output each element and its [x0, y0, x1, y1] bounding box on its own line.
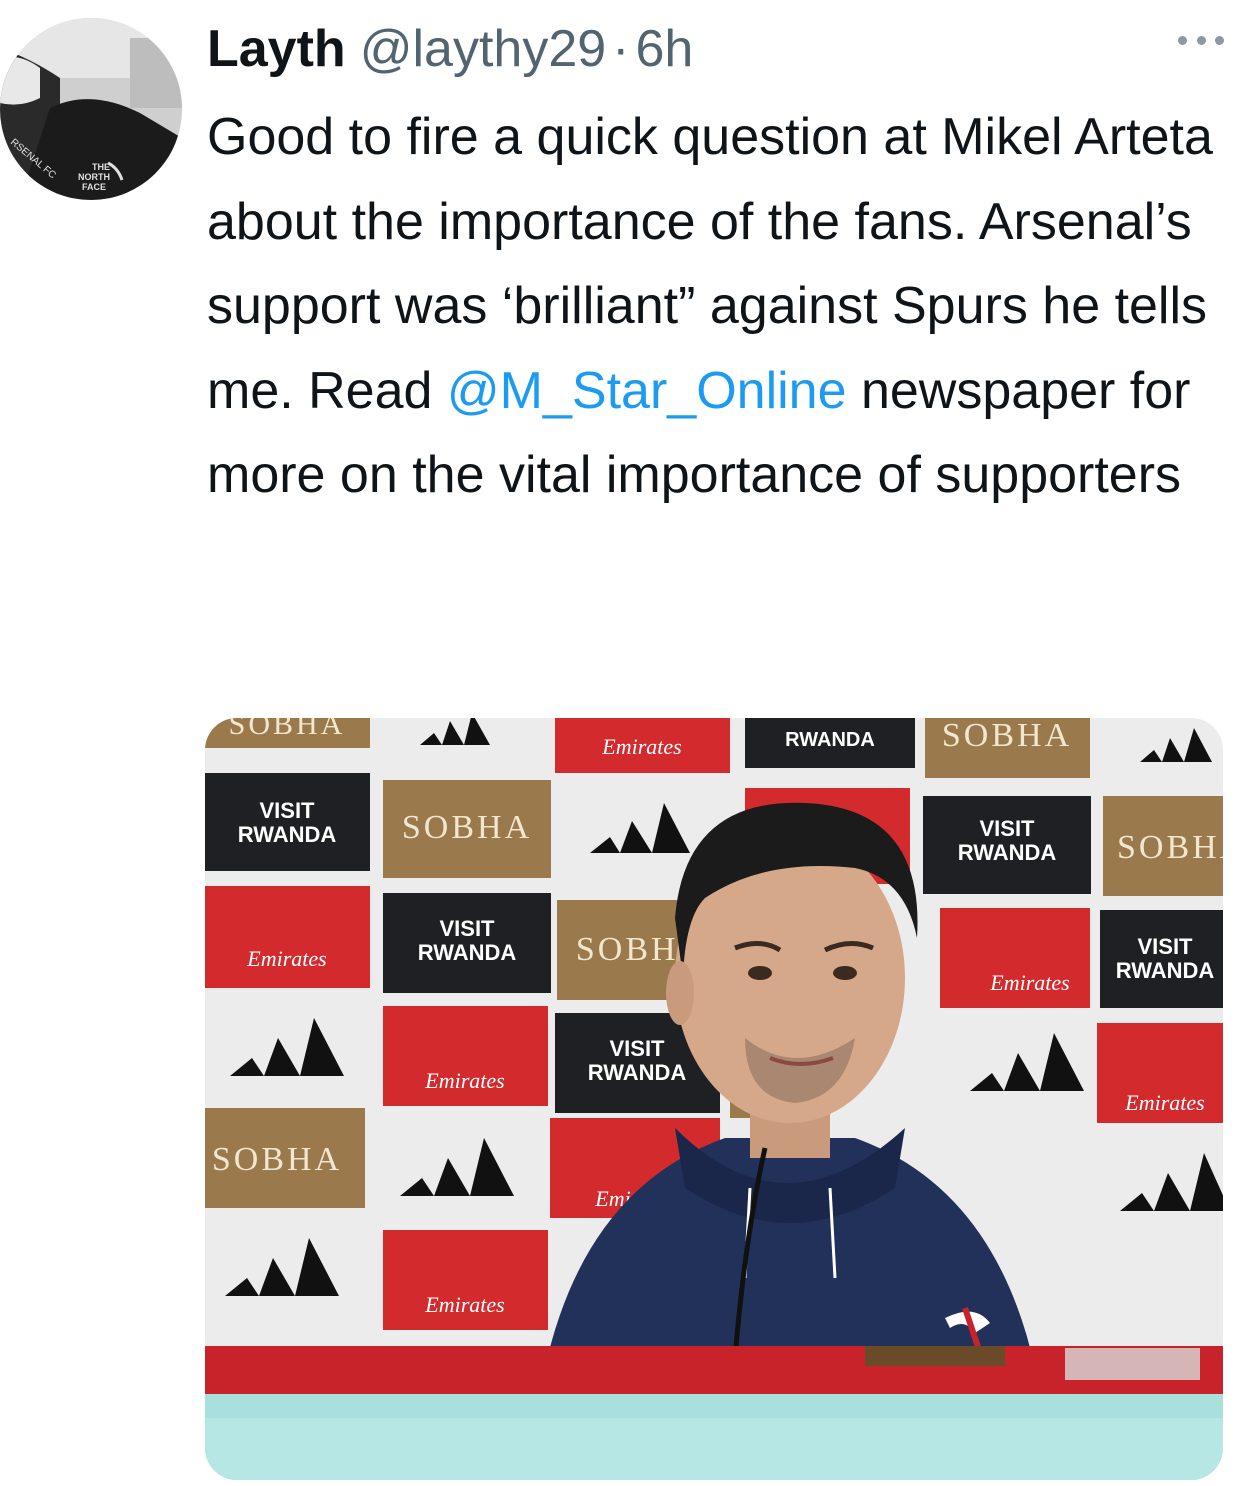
- sobha-logo: SOBHA: [229, 718, 346, 741]
- tweet-header: Layth @laythy29 · 6h: [207, 18, 693, 80]
- visit-rwanda-logo: RWANDA: [958, 840, 1057, 865]
- visit-rwanda-logo: VISIT: [439, 916, 495, 941]
- separator-dot: ·: [612, 20, 630, 78]
- author-handle[interactable]: @laythy29: [360, 19, 606, 79]
- visit-rwanda-logo: VISIT: [1137, 934, 1193, 959]
- tweet-text: Good to fire a quick question at Mikel A…: [207, 95, 1217, 518]
- emirates-logo: Emirates: [1124, 1090, 1204, 1115]
- visit-rwanda-logo: VISIT: [259, 798, 315, 823]
- more-horizontal-icon[interactable]: [1178, 26, 1224, 54]
- tweet-media-photo[interactable]: SOBHA Emirates RWANDA SOBHA VISIT RWANDA…: [205, 718, 1223, 1480]
- visit-rwanda-logo: RWANDA: [785, 729, 875, 751]
- avatar-logo-text: FACE: [82, 182, 106, 192]
- emirates-logo: Emirates: [989, 970, 1069, 995]
- visit-rwanda-logo: RWANDA: [588, 1060, 687, 1085]
- sobha-logo: SOBHA: [402, 809, 532, 846]
- visit-rwanda-logo: RWANDA: [238, 822, 337, 847]
- visit-rwanda-logo: RWANDA: [418, 940, 517, 965]
- emirates-logo: Emirates: [424, 1292, 504, 1317]
- emirates-logo: Emirates: [246, 946, 326, 971]
- emirates-logo: Emirates: [424, 1068, 504, 1093]
- visit-rwanda-logo: VISIT: [979, 816, 1035, 841]
- sobha-logo: SOBHA: [942, 718, 1072, 754]
- avatar-logo-text: THE: [92, 162, 110, 172]
- sobha-logo: SOBHA: [212, 1141, 342, 1178]
- visit-rwanda-logo: VISIT: [609, 1036, 665, 1061]
- sobha-logo: SOBHA: [1117, 829, 1223, 866]
- avatar[interactable]: RSENAL FC THE NORTH FACE: [0, 18, 182, 200]
- tweet-time[interactable]: 6h: [635, 19, 693, 79]
- avatar-logo-text: NORTH: [78, 172, 110, 182]
- emirates-logo: Emirates: [601, 734, 681, 759]
- author-name[interactable]: Layth: [207, 19, 346, 79]
- mention-link[interactable]: @M_Star_Online: [447, 362, 847, 420]
- visit-rwanda-logo: RWANDA: [1116, 958, 1215, 983]
